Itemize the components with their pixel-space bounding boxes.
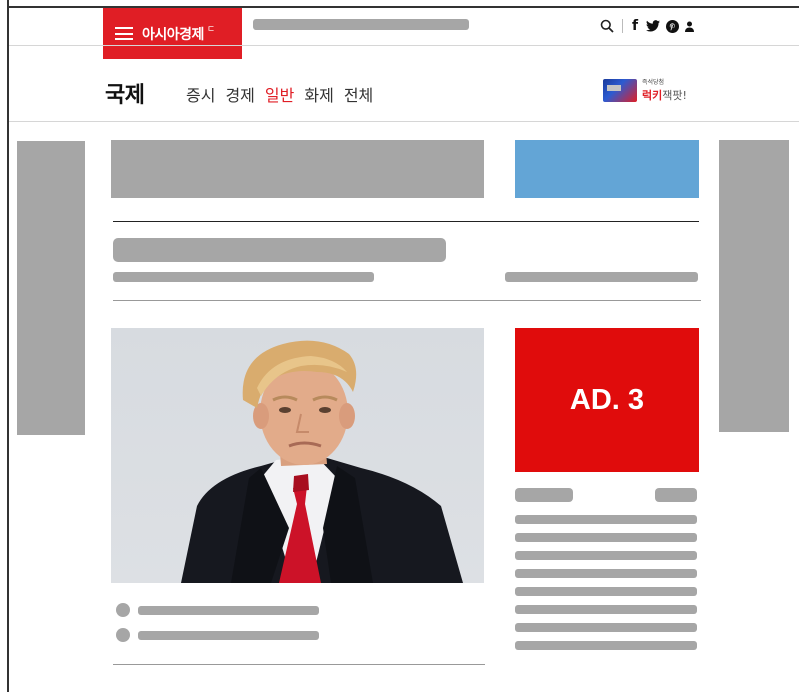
- sidebar-more-placeholder: [655, 488, 697, 502]
- article-bottom-rule: [113, 664, 485, 665]
- frame-border-left: [7, 0, 9, 692]
- section-title: 국제: [105, 83, 145, 108]
- section-nav: 증시 경제 일반 화제 전체: [186, 82, 383, 106]
- nav-item-all[interactable]: 전체: [344, 82, 373, 106]
- nav-item-stocks[interactable]: 증시: [186, 82, 215, 106]
- header-text-placeholder: [253, 19, 469, 30]
- article-top-rule: [113, 221, 699, 222]
- date-placeholder: [505, 272, 698, 282]
- headline-placeholder: [113, 238, 446, 262]
- promo-text: 즉석당첨 럭키잭팟!: [642, 78, 687, 102]
- caption-bullet: [116, 628, 130, 642]
- article-photo: [111, 328, 484, 583]
- blue-ad-placeholder[interactable]: [515, 140, 699, 198]
- caption-text-placeholder: [138, 606, 319, 615]
- sidebar-list-item[interactable]: [515, 533, 697, 542]
- nav-item-general[interactable]: 일반: [265, 82, 294, 106]
- sidebar-list-item[interactable]: [515, 587, 697, 596]
- facebook-icon[interactable]: f: [632, 17, 638, 35]
- sidebar-list-item[interactable]: [515, 623, 697, 632]
- sidebar-list-item[interactable]: [515, 551, 697, 560]
- caption-text-placeholder: [138, 631, 319, 640]
- promo-image: [603, 79, 637, 102]
- header-divider: [9, 45, 799, 46]
- nav-item-topics[interactable]: 화제: [304, 82, 333, 106]
- header-icons: f: [600, 17, 695, 35]
- promo-red-text: 럭키: [642, 88, 663, 102]
- sidebar-list-item[interactable]: [515, 569, 697, 578]
- left-side-ad-placeholder[interactable]: [17, 141, 85, 435]
- search-icon[interactable]: [600, 17, 614, 35]
- sidebar-list-item[interactable]: [515, 641, 697, 650]
- lucky-jackpot-promo[interactable]: 즉석당첨 럭키잭팟!: [603, 79, 687, 102]
- article-header-rule: [113, 300, 701, 301]
- user-icon[interactable]: [685, 17, 695, 35]
- logo-mark: ㄷ: [206, 25, 216, 35]
- promo-small-text: 즉석당첨: [642, 78, 665, 86]
- ad-slot-3[interactable]: AD. 3: [515, 328, 699, 472]
- menu-icon[interactable]: [115, 27, 133, 40]
- promo-gray-text: 잭팟!: [662, 88, 687, 102]
- nav-item-economy[interactable]: 경제: [225, 82, 254, 106]
- right-side-ad-placeholder[interactable]: [719, 140, 789, 432]
- logo-menu-button[interactable]: 아시아경제 ㄷ: [103, 8, 242, 59]
- top-banner-placeholder[interactable]: [111, 140, 484, 198]
- twitter-icon[interactable]: [646, 17, 661, 35]
- logo-text: 아시아경제: [142, 26, 204, 43]
- sidebar-list-item[interactable]: [515, 515, 697, 524]
- byline-placeholder: [113, 272, 374, 282]
- icon-separator: [622, 19, 623, 33]
- sidebar-list-item[interactable]: [515, 605, 697, 614]
- sidebar-heading-placeholder: [515, 488, 573, 502]
- caption-bullet: [116, 603, 130, 617]
- nav-divider: [9, 121, 799, 122]
- pinterest-icon[interactable]: [666, 17, 680, 35]
